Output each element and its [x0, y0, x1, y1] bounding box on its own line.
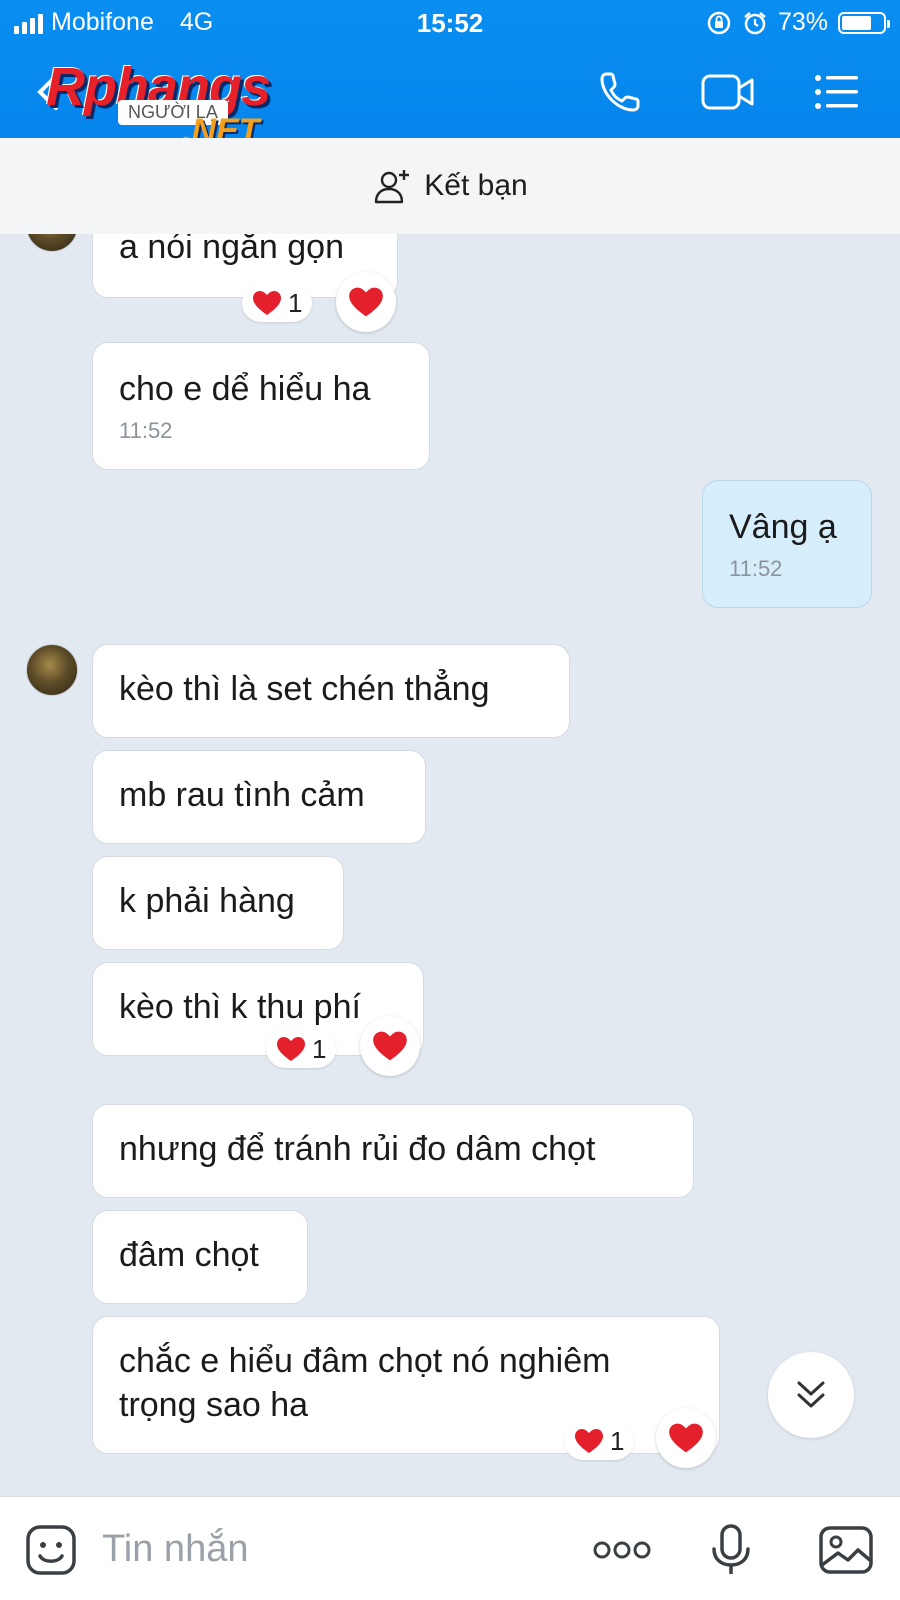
message-bubble[interactable]: cho e dể hiểu ha 11:52 — [92, 342, 430, 470]
add-friend-button[interactable]: Kết bạn — [0, 138, 900, 234]
message-bubble[interactable]: k phải hàng — [92, 856, 344, 950]
message-bubble[interactable]: đâm chọt — [92, 1210, 308, 1304]
message-text-line: chắc e hiểu đâm chọt nó nghiêm — [119, 1342, 611, 1380]
call-button[interactable] — [596, 68, 644, 116]
reaction-number: 1 — [288, 287, 303, 318]
more-dots-icon — [593, 1541, 651, 1559]
heart-icon — [349, 287, 383, 317]
message-text: đâm chọt — [119, 1236, 259, 1274]
more-options-button[interactable] — [592, 1523, 652, 1577]
reaction-number: 1 — [312, 1033, 327, 1064]
message-text: k phải hàng — [119, 882, 295, 920]
message-input[interactable]: Tin nhắn — [102, 1523, 562, 1575]
status-bar: Mobifone 4G 15:52 73% — [0, 0, 900, 44]
message-input-bar: Tin nhắn — [0, 1496, 900, 1600]
message-text: a nói ngắn gọn — [119, 234, 344, 266]
sticker-icon — [26, 1525, 76, 1575]
add-person-icon — [375, 170, 410, 204]
video-camera-icon — [701, 74, 754, 110]
status-right: 73% — [706, 8, 890, 37]
reaction-count[interactable]: 1 — [242, 284, 313, 322]
my-message-bubble[interactable]: Vâng ạ 11:52 — [702, 480, 872, 608]
battery-icon — [838, 11, 890, 34]
battery-percent: 73% — [777, 8, 828, 36]
message-time: 11:52 — [729, 556, 783, 581]
avatar[interactable] — [26, 644, 78, 696]
message-text: cho e dể hiểu ha — [119, 370, 371, 408]
list-menu-icon — [815, 75, 858, 109]
react-button[interactable] — [656, 1408, 716, 1468]
reaction-count[interactable]: 1 — [564, 1422, 635, 1460]
video-call-button[interactable] — [700, 68, 756, 116]
menu-button[interactable] — [812, 68, 860, 116]
heart-icon — [373, 1031, 407, 1061]
reaction-count[interactable]: 1 — [266, 1030, 337, 1068]
message-text: kèo thì k thu phí — [119, 988, 361, 1026]
microphone-icon — [712, 1524, 750, 1574]
double-chevron-down-icon — [797, 1381, 825, 1408]
image-button[interactable] — [818, 1523, 874, 1577]
scroll-to-bottom-button[interactable] — [768, 1352, 854, 1438]
message-text: nhưng để tránh rủi đo dâm chọt — [119, 1130, 596, 1168]
heart-icon — [253, 291, 281, 315]
message-text-line: trọng sao ha — [119, 1386, 309, 1424]
react-button[interactable] — [336, 272, 396, 332]
message-time: 11:52 — [119, 418, 173, 443]
message-bubble[interactable]: nhưng để tránh rủi đo dâm chọt — [92, 1104, 694, 1198]
heart-icon — [277, 1037, 305, 1061]
react-button[interactable] — [360, 1016, 420, 1076]
avatar[interactable] — [26, 234, 78, 252]
message-bubble[interactable]: mb rau tình cảm — [92, 750, 426, 844]
message-text: kèo thì là set chén thẳng — [119, 670, 490, 708]
chat-header: Mobifone 4G 15:52 73% Rphangs NGƯỜI LẠ .… — [0, 0, 900, 150]
message-text: mb rau tình cảm — [119, 776, 365, 814]
sticker-button[interactable] — [24, 1523, 78, 1577]
alarm-icon — [744, 11, 766, 34]
message-bubble[interactable]: kèo thì là set chén thẳng — [92, 644, 570, 738]
heart-icon — [575, 1429, 603, 1453]
reaction-number: 1 — [610, 1425, 625, 1456]
voice-button[interactable] — [704, 1523, 758, 1577]
phone-icon — [600, 72, 640, 112]
message-list[interactable]: a nói ngắn gọn 1 cho e dể hiểu ha 11:52 … — [0, 234, 900, 1496]
image-icon — [819, 1526, 873, 1574]
add-friend-label: Kết bạn — [424, 169, 528, 202]
message-text: Vâng ạ — [729, 508, 837, 546]
rotation-lock-icon — [707, 11, 731, 34]
heart-icon — [669, 1423, 703, 1453]
